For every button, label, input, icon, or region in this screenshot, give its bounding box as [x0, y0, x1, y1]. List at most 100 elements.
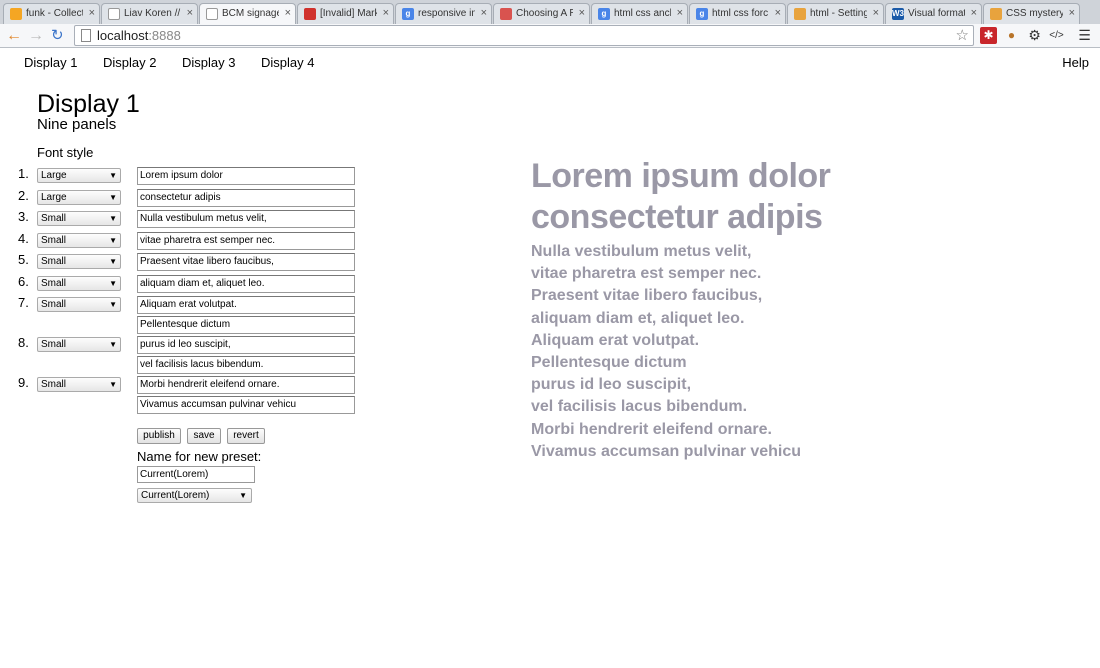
preset-name-label: Name for new preset: [137, 449, 262, 464]
panel-text-input[interactable]: vel facilisis lacus bibendum. [137, 356, 355, 374]
tab-title: responsive im [418, 8, 475, 19]
back-arrow-icon[interactable]: ← [6, 26, 22, 46]
row-number: 9. [18, 375, 29, 390]
preset-select-value: Current(Lorem) [141, 490, 210, 501]
tab-title: BCM signage [222, 8, 279, 19]
nav-display-4[interactable]: Display 4 [261, 55, 314, 70]
row-number: 5. [18, 252, 29, 267]
address-bar[interactable]: localhost:8888 ☆ [74, 25, 974, 46]
font-style-value: Small [41, 256, 67, 267]
tab-title: Visual format [908, 8, 965, 19]
nav-display-1[interactable]: Display 1 [24, 55, 77, 70]
panel-text-input[interactable]: Vivamus accumsan pulvinar vehicu [137, 396, 355, 414]
tab-close-icon[interactable]: × [971, 7, 977, 19]
panel-text-input[interactable]: Pellentesque dictum [137, 316, 355, 334]
font-style-select[interactable]: Small ▼ [37, 275, 121, 291]
menu-icon[interactable]: ☰ [1076, 27, 1093, 44]
help-link[interactable]: Help [1062, 55, 1089, 70]
nav-display-2[interactable]: Display 2 [103, 55, 156, 70]
font-style-select[interactable]: Small ▼ [37, 337, 121, 352]
font-style-value: Small [41, 299, 67, 310]
revert-button[interactable]: revert [227, 428, 265, 444]
tab-title: html - Setting [810, 8, 867, 19]
browser-tab[interactable]: BCM signage × [199, 3, 296, 24]
orange-feed-icon [10, 8, 22, 20]
tab-close-icon[interactable]: × [89, 7, 95, 19]
tab-close-icon[interactable]: × [383, 7, 389, 19]
font-style-select[interactable]: Large ▼ [37, 168, 121, 183]
panel-text-input[interactable]: vitae pharetra est semper nec. [137, 231, 355, 250]
google-icon: g [598, 8, 610, 20]
tab-title: [Invalid] Mark [320, 8, 377, 19]
publish-button[interactable]: publish [137, 428, 181, 444]
dropdown-arrow-icon: ▼ [109, 380, 117, 389]
browser-tab[interactable]: Choosing A R × [493, 3, 590, 24]
google-icon: g [696, 8, 708, 20]
tab-title: CSS mystery: [1006, 8, 1063, 19]
reload-icon[interactable]: ↻ [51, 26, 64, 46]
tab-close-icon[interactable]: × [187, 7, 193, 19]
browser-tab[interactable]: [Invalid] Mark × [297, 3, 394, 24]
tab-close-icon[interactable]: × [481, 7, 487, 19]
font-style-select[interactable]: Large ▼ [37, 189, 121, 205]
cookie-icon[interactable]: ● [1003, 27, 1020, 44]
panel-text-input[interactable]: Lorem ipsum dolor [137, 167, 355, 185]
dropdown-arrow-icon: ▼ [109, 257, 117, 266]
panel-text-input[interactable]: Nulla vestibulum metus velit, [137, 210, 355, 228]
tab-strip: funk - Collect × Liav Koren //× BCM signage… [0, 0, 1100, 24]
font-style-select[interactable]: Small ▼ [37, 254, 121, 269]
row-number: 3. [18, 209, 29, 224]
extension-red-icon[interactable]: ✱ [980, 27, 997, 44]
browser-tab[interactable]: g responsive im × [395, 3, 492, 24]
tab-close-icon[interactable]: × [1069, 7, 1075, 19]
browser-tab[interactable]: Liav Koren // × [101, 3, 198, 24]
browser-toolbar: ← → ↻ localhost:8888 ☆ ✱ ● ⚙ </> ☰ [0, 24, 1100, 48]
preset-select[interactable]: Current(Lorem) ▼ [137, 488, 252, 503]
browser-tab[interactable]: W3 Visual format × [885, 3, 982, 24]
tab-close-icon[interactable]: × [873, 7, 879, 19]
dropdown-arrow-icon: ▼ [109, 171, 117, 180]
w3c-icon: W3 [892, 8, 904, 20]
dropdown-arrow-icon: ▼ [109, 278, 117, 288]
preview-large-line: consectetur adipis [531, 198, 823, 236]
tab-close-icon[interactable]: × [579, 7, 585, 19]
code-icon[interactable]: </> [1048, 27, 1065, 44]
top-nav: Display 1 Display 2 Display 3 Display 4 … [0, 53, 1100, 73]
browser-tab[interactable]: CSS mystery: × [983, 3, 1080, 24]
browser-tab[interactable]: g html css anch × [591, 3, 688, 24]
tab-close-icon[interactable]: × [677, 7, 683, 19]
font-style-select[interactable]: Small ▼ [37, 377, 121, 392]
preview-small-line: Morbi hendrerit eleifend ornare. [531, 420, 772, 438]
preset-name-input[interactable]: Current(Lorem) [137, 466, 255, 483]
browser-tab[interactable]: g html css forc × [689, 3, 786, 24]
panel-text-input[interactable]: Aliquam erat volutpat. [137, 296, 355, 314]
page-title: Display 1 [37, 90, 140, 118]
google-icon: g [402, 8, 414, 20]
stack-icon [990, 8, 1002, 20]
nav-display-3[interactable]: Display 3 [182, 55, 235, 70]
tab-close-icon[interactable]: × [285, 7, 291, 19]
browser-tab[interactable]: funk - Collect × [3, 3, 100, 24]
save-button[interactable]: save [187, 428, 221, 444]
dropdown-arrow-icon: ▼ [109, 192, 117, 202]
tab-close-icon[interactable]: × [775, 7, 781, 19]
forward-arrow-icon[interactable]: → [28, 26, 44, 46]
bookmark-star-icon[interactable]: ☆ [956, 26, 969, 44]
tab-title: funk - Collect [26, 8, 83, 19]
preview-small-line: purus id leo suscipit, [531, 376, 692, 394]
panel-text-input[interactable]: aliquam diam et, aliquet leo. [137, 274, 355, 293]
panel-text-input[interactable]: Praesent vitae libero faucibus, [137, 253, 355, 271]
panel-text-input[interactable]: consectetur adipis [137, 188, 355, 207]
font-style-select[interactable]: Small ▼ [37, 211, 121, 226]
font-style-select[interactable]: Small ▼ [37, 232, 121, 248]
panel-text-input[interactable]: Morbi hendrerit eleifend ornare. [137, 376, 355, 394]
gear-icon[interactable]: ⚙ [1026, 27, 1043, 44]
font-style-select[interactable]: Small ▼ [37, 297, 121, 312]
row-number: 8. [18, 335, 29, 350]
dropdown-arrow-icon: ▼ [109, 340, 117, 349]
preview-small-line: vitae pharetra est semper nec. [531, 265, 762, 283]
panel-text-input[interactable]: purus id leo suscipit, [137, 336, 355, 354]
preview-small-line: Pellentesque dictum [531, 354, 687, 371]
browser-tab[interactable]: html - Setting × [787, 3, 884, 24]
stack-icon [794, 8, 806, 20]
